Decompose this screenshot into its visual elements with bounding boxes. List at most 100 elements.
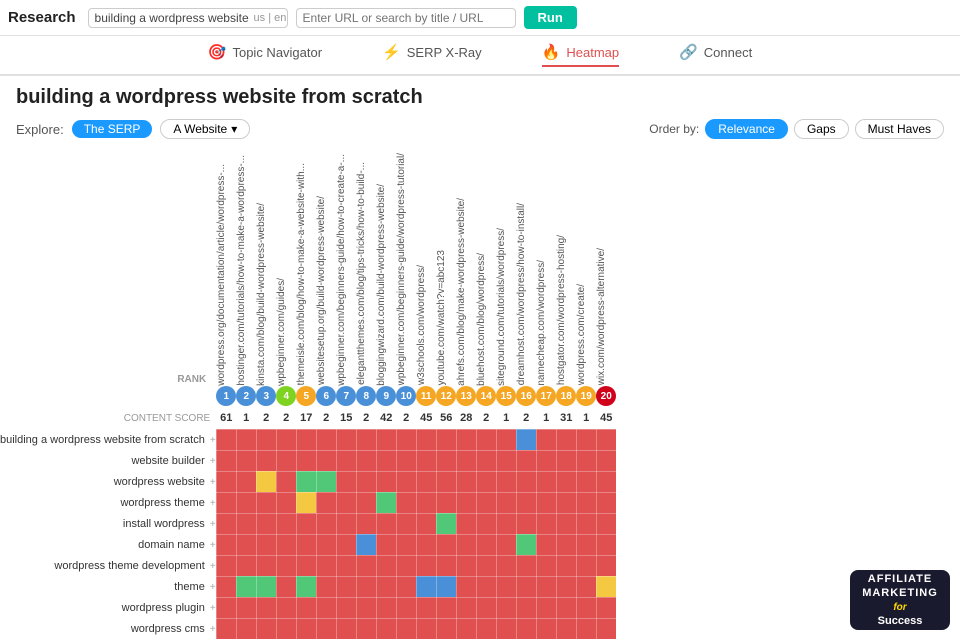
heat-cell-7-4	[296, 576, 316, 597]
rank-cell-17: 18	[556, 385, 576, 407]
heat-cell-6-5	[316, 555, 336, 576]
score-cell-5: 2	[316, 407, 336, 429]
heatmap-body: 1234567891011121314151617181920CONTENT S…	[0, 385, 616, 639]
heat-cell-4-16	[536, 513, 556, 534]
score-cell-19: 45	[596, 407, 616, 429]
a-website-label: A Website	[173, 122, 227, 136]
heat-cell-8-5	[316, 597, 336, 618]
heat-cell-8-9	[396, 597, 416, 618]
heat-cell-1-4	[296, 450, 316, 471]
col-header-15: dreamhost.com/wordpress/how-to-install/	[516, 149, 536, 385]
heat-cell-7-6	[336, 576, 356, 597]
heat-cell-3-15	[516, 492, 536, 513]
heat-cell-1-1	[236, 450, 256, 471]
heat-cell-0-8	[376, 429, 396, 450]
tab-heatmap[interactable]: 🔥 Heatmap	[542, 43, 619, 67]
heat-cell-2-13	[476, 471, 496, 492]
heatmap-table: RANK wordpress.org/documentation/article…	[0, 149, 617, 639]
must-haves-button[interactable]: Must Haves	[855, 119, 944, 139]
heat-cell-7-10	[416, 576, 436, 597]
heat-cell-0-7	[356, 429, 376, 450]
heat-cell-2-2	[256, 471, 276, 492]
heat-cell-4-15	[516, 513, 536, 534]
heat-cell-3-10	[416, 492, 436, 513]
heat-cell-3-6	[336, 492, 356, 513]
keyword-label-6: wordpress theme development +	[0, 555, 216, 576]
col-header-1: hostinger.com/tutorials/how-to-make-a-wo…	[236, 149, 256, 385]
heat-cell-2-18	[576, 471, 596, 492]
heat-cell-3-9	[396, 492, 416, 513]
tab-serp-xray-label: SERP X-Ray	[407, 45, 482, 60]
the-serp-button[interactable]: The SERP	[72, 120, 153, 138]
col-header-18: wordpress.com/create/	[576, 149, 596, 385]
col-header-0: wordpress.org/documentation/article/word…	[216, 149, 236, 385]
col-header-12: ahrefs.com/blog/make-wordpress-website/	[456, 149, 476, 385]
rank-cell-16: 17	[536, 385, 556, 407]
heat-cell-5-8	[376, 534, 396, 555]
heat-cell-1-7	[356, 450, 376, 471]
heat-cell-2-8	[376, 471, 396, 492]
heat-cell-9-17	[556, 618, 576, 639]
score-cell-14: 1	[496, 407, 516, 429]
rank-cell-9: 10	[396, 385, 416, 407]
heat-row-4: install wordpress +	[0, 513, 616, 534]
run-button[interactable]: Run	[524, 6, 577, 29]
tab-connect[interactable]: 🔗 Connect	[679, 43, 752, 67]
rank-cell-14: 15	[496, 385, 516, 407]
score-cell-7: 2	[356, 407, 376, 429]
heat-cell-8-4	[296, 597, 316, 618]
heat-cell-2-16	[536, 471, 556, 492]
heat-cell-8-1	[236, 597, 256, 618]
keyword-label-2: wordpress website +	[0, 471, 216, 492]
search-meta: us | en	[254, 12, 287, 24]
score-cell-16: 1	[536, 407, 556, 429]
heat-cell-9-2	[256, 618, 276, 639]
url-input[interactable]	[303, 11, 483, 25]
gaps-button[interactable]: Gaps	[794, 119, 849, 139]
heat-cell-3-3	[276, 492, 296, 513]
heat-cell-9-13	[476, 618, 496, 639]
heat-cell-6-14	[496, 555, 516, 576]
heat-cell-7-19	[596, 576, 616, 597]
heat-cell-1-17	[556, 450, 576, 471]
content-score-label: CONTENT SCORE	[0, 407, 216, 429]
heat-cell-4-0	[216, 513, 236, 534]
heat-cell-5-17	[556, 534, 576, 555]
heat-cell-7-1	[236, 576, 256, 597]
heat-cell-1-8	[376, 450, 396, 471]
col-header-17: hostgator.com/wordpress-hosting/	[556, 149, 576, 385]
heatmap-area[interactable]: RANK wordpress.org/documentation/article…	[0, 149, 960, 639]
heat-cell-4-5	[316, 513, 336, 534]
relevance-button[interactable]: Relevance	[705, 119, 788, 139]
search-box[interactable]: us | en	[88, 8, 288, 28]
heat-cell-4-10	[416, 513, 436, 534]
rank-row: 1234567891011121314151617181920	[0, 385, 616, 407]
score-cell-3: 2	[276, 407, 296, 429]
heat-cell-0-10	[416, 429, 436, 450]
corner-ad: AFFILIATE MARKETING for Success	[850, 570, 950, 630]
tab-topic-navigator[interactable]: 🎯 Topic Navigator	[208, 43, 322, 67]
heat-cell-0-3	[276, 429, 296, 450]
heat-row-2: wordpress website +	[0, 471, 616, 492]
search-input[interactable]	[95, 11, 250, 25]
heat-row-6: wordpress theme development +	[0, 555, 616, 576]
heat-cell-8-19	[596, 597, 616, 618]
heat-cell-0-12	[456, 429, 476, 450]
col-header-13: bluehost.com/blog/wordpress/	[476, 149, 496, 385]
a-website-button[interactable]: A Website ▾	[160, 119, 250, 139]
heat-cell-9-14	[496, 618, 516, 639]
heat-cell-5-12	[456, 534, 476, 555]
score-cell-9: 2	[396, 407, 416, 429]
heat-cell-5-0	[216, 534, 236, 555]
explore-label: Explore:	[16, 122, 64, 137]
heat-cell-2-4	[296, 471, 316, 492]
chevron-down-icon: ▾	[231, 122, 237, 136]
heat-cell-4-6	[336, 513, 356, 534]
rank-cell-18: 19	[576, 385, 596, 407]
url-box[interactable]	[296, 8, 516, 28]
tab-serp-xray[interactable]: ⚡ SERP X-Ray	[382, 43, 482, 67]
heat-cell-1-10	[416, 450, 436, 471]
heat-cell-3-11	[436, 492, 456, 513]
heat-cell-2-19	[596, 471, 616, 492]
heat-cell-4-14	[496, 513, 516, 534]
